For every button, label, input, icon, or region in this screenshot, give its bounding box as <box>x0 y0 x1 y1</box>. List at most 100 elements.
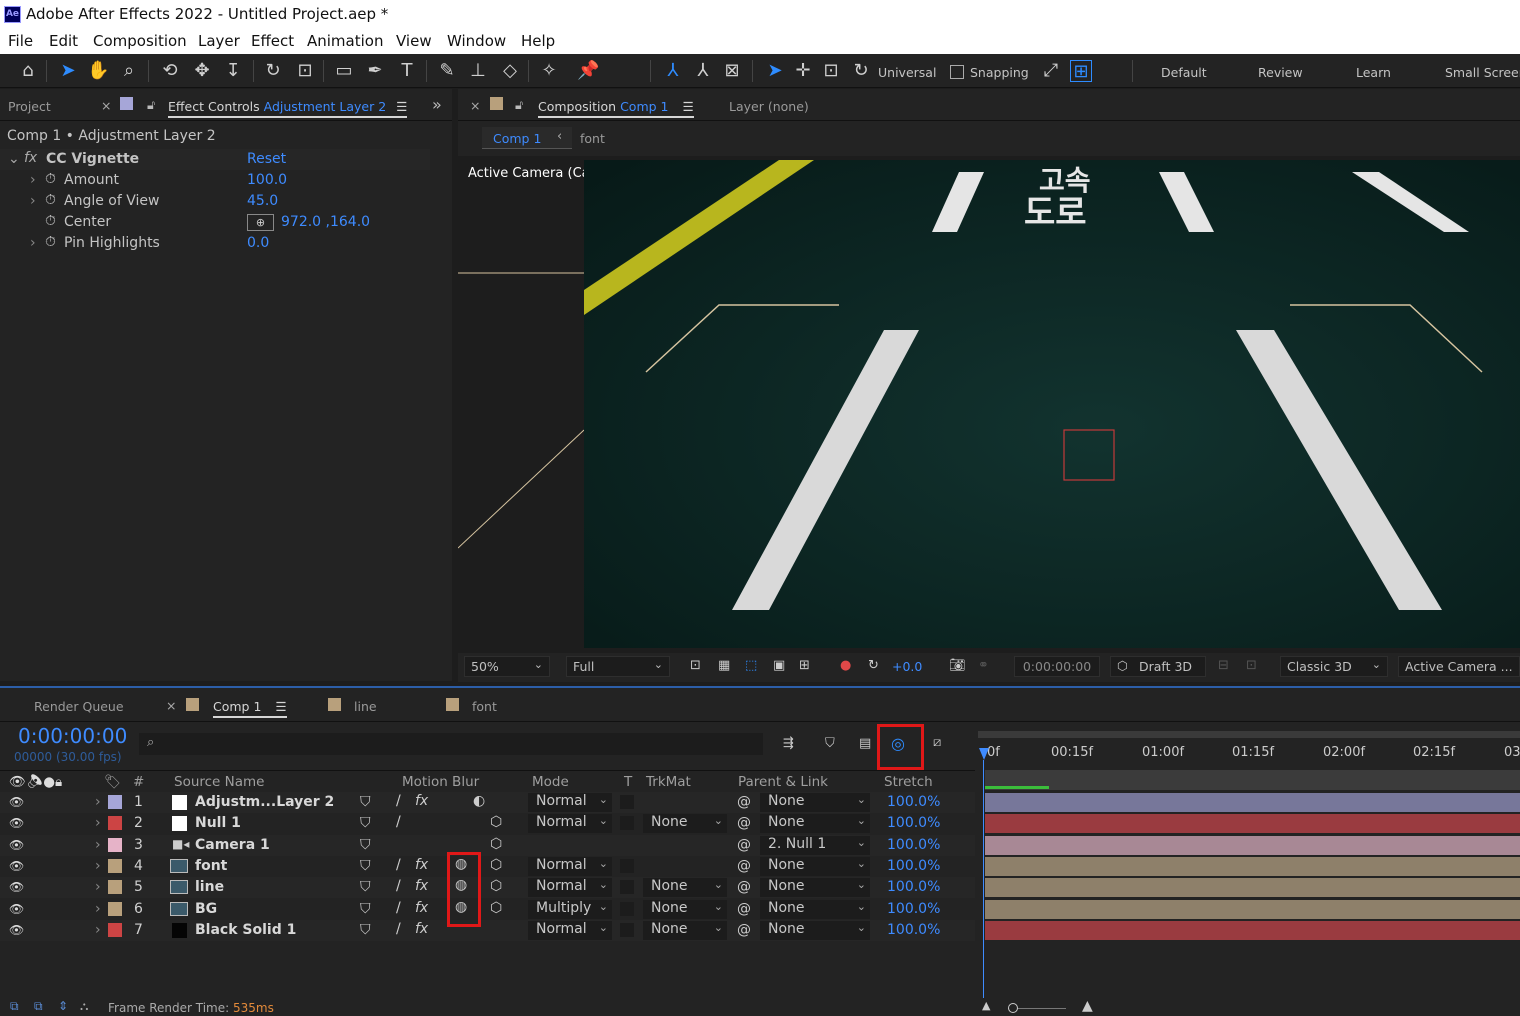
region-of-interest-icon[interactable]: ⊡ <box>690 658 701 673</box>
stretch-value[interactable]: 100.0% <box>887 858 940 874</box>
layer-row[interactable]: 👁︎ › 7 Black Solid 1 ⛉ / fx Normal ⌄ None ⌄ @ None ⌄ 1… <box>0 919 975 941</box>
snapshot-camera-icon[interactable]: 📷︎ <box>949 658 966 673</box>
parent-dropdown[interactable]: None ⌄ <box>760 814 870 834</box>
layer-switches-icon[interactable]: ⧉ <box>10 999 19 1014</box>
layer-row[interactable]: 👁︎ › 3 ■◂ Camera 1 ⛉ ⬡ @2. Null 1 ⌄ 100.0% <box>0 834 975 856</box>
quality-switch-icon[interactable]: / <box>396 878 401 894</box>
preserve-transparency-toggle[interactable] <box>620 901 634 916</box>
pickwhip-icon[interactable]: @ <box>737 794 751 810</box>
chevron-right-icon[interactable]: › <box>95 837 101 853</box>
comp-mini-flowchart-icon[interactable]: ⇶ <box>783 736 794 751</box>
track-matte-dropdown[interactable]: None ⌄ <box>643 878 727 898</box>
tab-effect-controls[interactable]: Effect Controls Adjustment Layer 2 ☰ <box>168 99 408 118</box>
col-mode[interactable]: Mode <box>532 774 569 790</box>
lock-icon[interactable]: 🔓︎ <box>147 97 155 113</box>
layer-label-swatch[interactable] <box>108 880 122 895</box>
layer-label-swatch[interactable] <box>108 922 122 937</box>
eye-icon[interactable]: 👁︎ <box>9 923 24 937</box>
layer-name[interactable]: Camera 1 <box>195 837 270 853</box>
pickwhip-icon[interactable]: @ <box>737 879 751 895</box>
col-number[interactable]: # <box>133 774 144 790</box>
shy-switch-icon[interactable]: ⛉ <box>360 901 371 917</box>
preserve-transparency-toggle[interactable] <box>620 816 634 831</box>
layer-row[interactable]: 👁︎ › 1 Adjustm...Layer 2 ⛉ / fx ◐ Normal ⌄ @ None ⌄ 1… <box>0 792 975 813</box>
chevron-right-icon[interactable]: › <box>95 858 101 874</box>
current-timecode[interactable]: 0:00:00:00 <box>18 724 127 748</box>
fx-switch-icon[interactable]: fx <box>415 878 428 894</box>
3d-layer-icon[interactable]: ⬡ <box>490 814 502 830</box>
eye-icon[interactable]: 👁︎ <box>9 795 24 809</box>
menu-edit[interactable]: Edit <box>49 32 78 50</box>
selection-tool-icon[interactable]: ➤ <box>57 60 79 82</box>
puppet-pin-tool-icon[interactable]: 📌 <box>577 60 599 82</box>
tab-font-timeline[interactable]: font <box>472 699 497 714</box>
graph-editor-icon[interactable]: ⧄ <box>933 735 941 750</box>
blend-mode-dropdown[interactable]: Normal ⌄ <box>528 814 612 834</box>
col-motion-blur[interactable]: Motion Blur <box>402 774 479 790</box>
anchor-point-tool-icon[interactable]: ⊡ <box>294 60 316 82</box>
layer-row[interactable]: 👁︎ › 4 font ⛉ / fx ◍ ⬡ Normal ⌄ @ None ⌄ 100.0% <box>0 855 975 877</box>
stretch-value[interactable]: 100.0% <box>887 879 940 895</box>
param-value[interactable]: 100.0 <box>247 172 287 188</box>
col-parent-link[interactable]: Parent & Link <box>738 774 828 790</box>
rectangle-tool-icon[interactable]: ▭ <box>333 60 355 82</box>
pickwhip-icon[interactable]: @ <box>737 815 751 831</box>
layer-row[interactable]: 👁︎ › 5 line ⛉ / fx ◍ ⬡ Normal ⌄ None ⌄ @ None ⌄ 100.0% <box>0 877 975 899</box>
close-icon[interactable]: × <box>166 698 176 713</box>
layer-duration-bar[interactable] <box>985 793 1520 812</box>
roto-brush-tool-icon[interactable]: ✧ <box>538 60 560 82</box>
reset-exposure-icon[interactable]: ↻ <box>868 658 879 673</box>
guides-icon[interactable]: ▣ <box>773 658 785 673</box>
preserve-transparency-toggle[interactable] <box>620 858 634 873</box>
layer-name[interactable]: Black Solid 1 <box>195 922 296 938</box>
preserve-transparency-toggle[interactable] <box>620 795 634 809</box>
layer-name[interactable]: Null 1 <box>195 815 241 831</box>
stretch-value[interactable]: 100.0% <box>887 901 940 917</box>
view-axis-mode-icon[interactable]: ⊠ <box>721 60 743 82</box>
fx-switch-icon[interactable]: fx <box>415 857 428 873</box>
quality-switch-icon[interactable]: / <box>396 857 401 873</box>
eye-icon[interactable]: 👁︎ <box>9 880 24 894</box>
reset-link[interactable]: Reset <box>247 151 286 167</box>
blend-mode-dropdown[interactable]: Normal ⌄ <box>528 856 612 876</box>
pickwhip-icon[interactable]: @ <box>737 922 751 938</box>
quality-switch-icon[interactable]: / <box>396 793 401 809</box>
menu-view[interactable]: View <box>396 32 432 50</box>
stretch-value[interactable]: 100.0% <box>887 815 940 831</box>
col-source-name[interactable]: Source Name <box>174 774 265 790</box>
layer-name[interactable]: Adjustm...Layer 2 <box>195 794 334 810</box>
chevron-right-icon[interactable]: › <box>30 172 36 188</box>
parent-dropdown[interactable]: None ⌄ <box>760 856 870 876</box>
blend-mode-dropdown[interactable]: Multiply ⌄ <box>528 899 612 919</box>
3d-ground-plane-icon[interactable]: ⊟ <box>1218 658 1229 673</box>
eye-icon[interactable]: 👁︎ <box>9 816 24 830</box>
render-time-icon[interactable]: ⛬ <box>80 999 88 1014</box>
layer-label-swatch[interactable] <box>108 795 122 809</box>
tab-line-timeline[interactable]: line <box>354 699 377 714</box>
tab-project[interactable]: Project <box>8 99 51 114</box>
chevron-right-icon[interactable]: › <box>95 901 101 917</box>
tab-layer[interactable]: Layer (none) <box>729 99 809 114</box>
universal-label[interactable]: Universal <box>878 65 936 80</box>
parent-dropdown[interactable]: None ⌄ <box>760 920 870 940</box>
quality-switch-icon[interactable]: / <box>396 921 401 937</box>
stretch-value[interactable]: 100.0% <box>887 794 940 810</box>
menu-composition[interactable]: Composition <box>93 32 187 50</box>
pickwhip-icon[interactable]: @ <box>737 837 751 853</box>
stretch-value[interactable]: 100.0% <box>887 837 940 853</box>
chevron-right-icon[interactable]: › <box>95 879 101 895</box>
3d-layer-icon[interactable]: ⬡ <box>490 857 502 873</box>
rotation-tool-icon[interactable]: ↻ <box>262 60 284 82</box>
fx-switch-icon[interactable]: fx <box>415 900 428 916</box>
layer-duration-bar[interactable] <box>985 899 1520 919</box>
shy-switch-icon[interactable]: ⛉ <box>360 815 371 831</box>
workspace-small-screen[interactable]: Small Screen <box>1445 65 1520 80</box>
lock-icon[interactable]: 🔓︎ <box>515 97 523 113</box>
home-icon[interactable]: ⌂ <box>17 60 39 82</box>
shy-switch-icon[interactable]: ⛉ <box>360 922 371 938</box>
layer-row[interactable]: 👁︎ › 6 BG ⛉ / fx ◍ ⬡ Multiply ⌄ None ⌄ @ None ⌄ 100.0% <box>0 898 975 920</box>
parent-dropdown[interactable]: None ⌄ <box>760 793 870 812</box>
param-value[interactable]: 972.0 ,164.0 <box>281 214 370 230</box>
exposure-value[interactable]: +0.0 <box>892 659 922 674</box>
zoom-out-icon[interactable]: ▲ <box>982 999 990 1012</box>
